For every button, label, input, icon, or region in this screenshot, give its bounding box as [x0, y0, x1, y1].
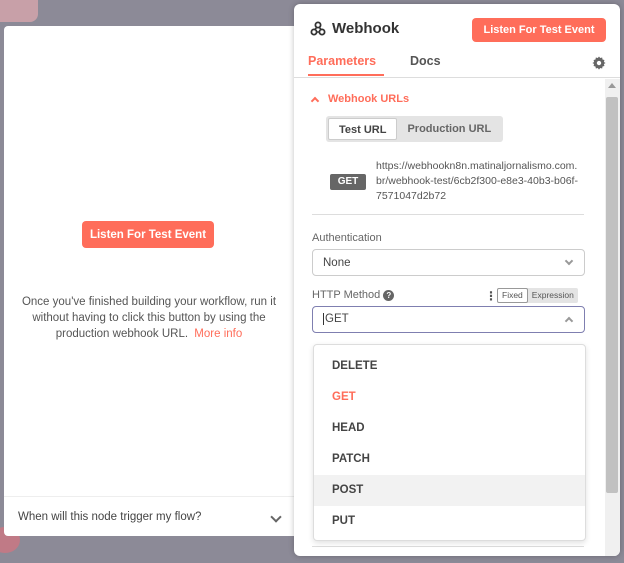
option-patch[interactable]: PATCH: [314, 444, 585, 475]
scroll-up-arrow-icon[interactable]: [608, 83, 616, 88]
option-head[interactable]: HEAD: [314, 413, 585, 444]
trigger-info-text: Once you've finished building your workf…: [14, 294, 284, 342]
option-get[interactable]: GET: [314, 382, 585, 413]
trigger-question-text: When will this node trigger my flow?: [18, 510, 202, 523]
listen-for-test-event-button[interactable]: Listen For Test Event: [82, 221, 214, 248]
expression-option[interactable]: Expression: [528, 288, 578, 303]
http-method-select[interactable]: GET: [312, 306, 585, 333]
chevron-down-icon: [270, 510, 282, 523]
chevron-down-icon: [564, 256, 574, 266]
option-post[interactable]: POST: [314, 475, 585, 506]
divider: [312, 214, 584, 215]
trigger-question-accordion[interactable]: When will this node trigger my flow?: [4, 496, 294, 536]
http-method-dropdown: DELETE GET HEAD PATCH POST PUT: [313, 344, 586, 541]
http-method-label-group: HTTP Method?: [312, 289, 395, 301]
http-method-value-wrap: GET: [323, 313, 349, 326]
authentication-label: Authentication: [312, 232, 382, 244]
node-title-text: Webhook: [332, 20, 400, 37]
authentication-value: None: [323, 256, 351, 269]
fixed-option[interactable]: Fixed: [497, 288, 528, 303]
kebab-menu-icon[interactable]: ⋮: [485, 290, 497, 302]
scrollbar-thumb[interactable]: [606, 97, 618, 493]
panel-header: Webhook Listen For Test Event Parameters…: [294, 4, 620, 78]
webhook-urls-title: Webhook URLs: [328, 93, 410, 105]
test-url-option[interactable]: Test URL: [328, 118, 398, 140]
url-type-toggle: Test URL Production URL: [326, 116, 504, 142]
trigger-info-panel: Listen For Test Event Once you've finish…: [4, 26, 294, 536]
more-info-link[interactable]: More info: [194, 328, 242, 340]
chevron-up-icon: [564, 316, 574, 326]
canvas-node-partial: [0, 0, 38, 22]
method-badge: GET: [330, 174, 366, 190]
gear-icon[interactable]: [592, 56, 606, 70]
divider: [312, 546, 584, 547]
option-put[interactable]: PUT: [314, 506, 585, 537]
value-mode-toggle: Fixed Expression: [497, 288, 578, 303]
tab-docs[interactable]: Docs: [410, 54, 441, 74]
http-method-value: GET: [325, 313, 349, 326]
authentication-select[interactable]: None: [312, 249, 585, 276]
option-delete[interactable]: DELETE: [314, 351, 585, 382]
text-cursor: [323, 313, 324, 326]
webhook-url-text[interactable]: https://webhookn8n.matinaljornalismo.com…: [376, 159, 582, 204]
webhook-urls-section-toggle[interactable]: Webhook URLs: [310, 93, 410, 106]
help-icon[interactable]: ?: [383, 290, 395, 301]
http-method-label: HTTP Method: [312, 289, 381, 301]
chevron-up-icon: [310, 96, 320, 106]
node-title: Webhook: [310, 20, 399, 37]
panel-listen-for-test-event-button[interactable]: Listen For Test Event: [472, 18, 606, 42]
production-url-option[interactable]: Production URL: [397, 118, 501, 140]
webhook-icon: [310, 21, 326, 35]
tab-parameters[interactable]: Parameters: [308, 54, 384, 76]
